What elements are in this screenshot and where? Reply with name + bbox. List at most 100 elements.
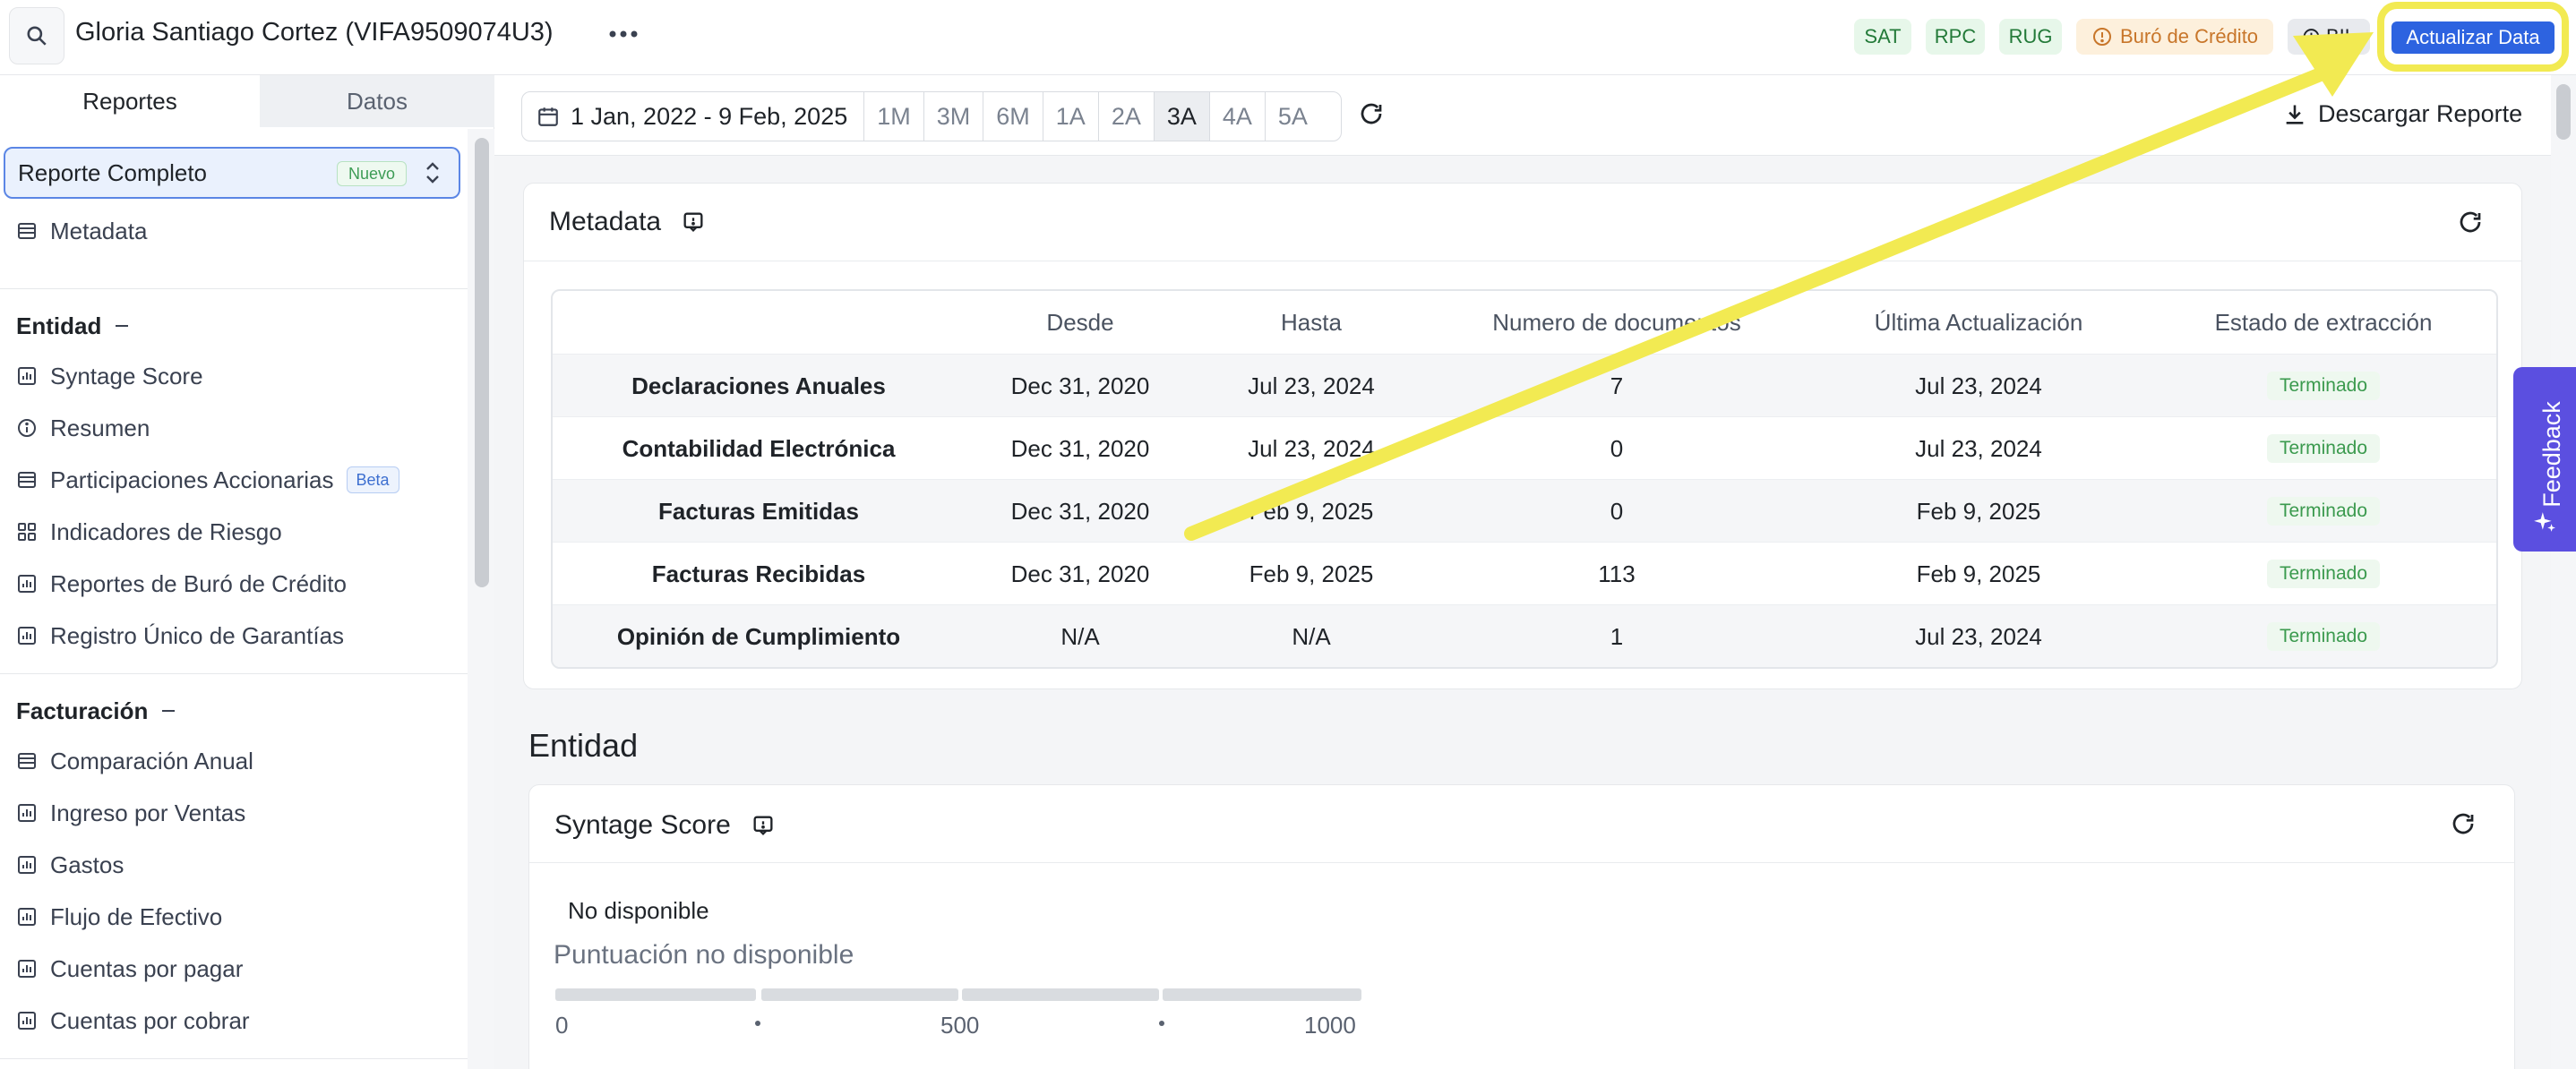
range-1a-button[interactable]: 1A — [1042, 92, 1098, 141]
table-cell: Dec 31, 2020 — [1010, 372, 1150, 399]
column-header: Estado de extracción — [2214, 308, 2433, 336]
more-horizontal-icon — [609, 30, 638, 38]
table-cell: 113 — [1598, 560, 1636, 587]
sat-badge[interactable]: SAT — [1854, 19, 1911, 55]
refresh-icon — [2460, 211, 2481, 233]
download-icon — [2286, 105, 2304, 124]
sidebar-item-comparacion-anual[interactable]: Comparación Anual — [16, 743, 253, 779]
sidebar-item-registro-garantias[interactable]: Registro Único de Garantías — [16, 618, 344, 654]
sidebar-item-buro-credito[interactable]: Reportes de Buró de Crédito — [16, 566, 347, 602]
buro-credito-badge[interactable]: Buró de Crédito — [2076, 19, 2273, 55]
range-2a-button[interactable]: 2A — [1097, 92, 1154, 141]
sidebar-divider — [0, 673, 468, 674]
bar-chart-icon — [18, 367, 36, 385]
update-data-highlight: Actualizar Data — [2377, 2, 2569, 72]
bar-chart-icon — [18, 575, 36, 593]
sidebar-item-ingreso-ventas[interactable]: Ingreso por Ventas — [16, 795, 245, 831]
sidebar-item-label: Cuentas por pagar — [50, 954, 244, 982]
range-3a-button[interactable]: 3A — [1153, 92, 1209, 141]
search-button[interactable] — [9, 7, 64, 64]
score-refresh-button[interactable] — [2450, 810, 2477, 842]
feedback-tab[interactable]: Feedback — [2513, 367, 2576, 552]
sidebar-item-indicadores-riesgo[interactable]: Indicadores de Riesgo — [16, 514, 282, 550]
metadata-refresh-button[interactable] — [2457, 209, 2484, 240]
bar-chart-icon — [18, 856, 36, 874]
sidebar-tabs: Reportes Datos — [0, 75, 494, 127]
new-badge: Nuevo — [337, 161, 408, 186]
collapse-icon — [162, 710, 176, 712]
sidebar-group-label: Facturación — [16, 697, 149, 724]
sidebar-item-label: Cuentas por cobrar — [50, 1006, 250, 1034]
range-1m-button[interactable]: 1M — [863, 92, 923, 141]
score-bar-segment — [555, 988, 756, 1001]
table-icon — [18, 753, 36, 769]
refresh-range-button[interactable] — [1358, 100, 1385, 132]
sidebar-group-entidad[interactable]: Entidad — [16, 308, 129, 344]
score-bar-segment — [1163, 988, 1361, 1001]
table-cell: 0 — [1610, 434, 1624, 462]
table-cell: 0 — [1610, 497, 1624, 525]
tab-reportes[interactable]: Reportes — [0, 75, 260, 127]
table-cell: Jul 23, 2024 — [1248, 372, 1375, 399]
table-cell: Dec 31, 2020 — [1010, 497, 1150, 525]
sparkle-icon — [2534, 512, 2555, 532]
table-cell: Facturas Recibidas — [651, 560, 866, 587]
content-scrollbar[interactable] — [2551, 75, 2576, 1069]
sidebar-item-resumen[interactable]: Resumen — [16, 410, 150, 446]
date-range-label: 1 Jan, 2022 - 9 Feb, 2025 — [571, 102, 848, 130]
sidebar-scrollbar-thumb[interactable] — [475, 138, 489, 587]
table-cell: Feb 9, 2025 — [1249, 560, 1374, 587]
table-row: Facturas Emitidas Dec 31, 2020 Feb 9, 20… — [553, 479, 2496, 542]
column-header: Numero de documentos — [1492, 308, 1741, 336]
column-header: Hasta — [1281, 308, 1342, 336]
date-range-picker[interactable]: 1 Jan, 2022 - 9 Feb, 2025 — [522, 92, 863, 141]
section-heading-entidad: Entidad — [528, 727, 639, 764]
bar-chart-icon — [18, 627, 36, 645]
sidebar-item-gastos[interactable]: Gastos — [16, 847, 124, 883]
bar-chart-icon — [18, 804, 36, 822]
tab-datos[interactable]: Datos — [260, 75, 494, 127]
download-label: Descargar Reporte — [2318, 100, 2523, 127]
date-range-selector: 1 Jan, 2022 - 9 Feb, 2025 1M 3M 6M 1A 2A… — [521, 91, 1342, 141]
top-header: Gloria Santiago Cortez (VIFA9509074U3) S… — [0, 0, 2576, 75]
more-options-button[interactable] — [605, 14, 641, 54]
sidebar-item-label: Gastos — [50, 851, 125, 878]
table-cell: Jul 23, 2024 — [1915, 434, 2042, 462]
table-cell: N/A — [1292, 622, 1331, 650]
report-toolbar: 1 Jan, 2022 - 9 Feb, 2025 1M 3M 6M 1A 2A… — [494, 75, 2551, 156]
update-data-button[interactable]: Actualizar Data — [2391, 21, 2555, 54]
score-tick-label: 500 — [940, 1012, 980, 1039]
sidebar-item-label: Metadata — [50, 217, 148, 244]
table-row: Declaraciones Anuales Dec 31, 2020 Jul 2… — [553, 354, 2496, 416]
rug-badge[interactable]: RUG — [1999, 19, 2062, 55]
download-report-button[interactable]: Descargar Reporte — [2282, 100, 2522, 128]
sidebar-item-flujo-efectivo[interactable]: Flujo de Efectivo — [16, 899, 222, 935]
bar-chart-icon — [18, 960, 36, 978]
comment-icon[interactable] — [751, 813, 776, 838]
syntage-score-card: Syntage Score — [528, 784, 2515, 1069]
alert-circle-icon — [2092, 28, 2111, 46]
bil-badge[interactable]: BIL — [2288, 19, 2370, 55]
range-6m-button[interactable]: 6M — [983, 92, 1043, 141]
report-type-select[interactable]: Reporte Completo Nuevo — [4, 147, 460, 199]
range-3m-button[interactable]: 3M — [923, 92, 983, 141]
sidebar-item-syntage-score[interactable]: Syntage Score — [16, 358, 203, 394]
score-message: Puntuación no disponible — [554, 940, 854, 970]
sidebar-group-facturacion[interactable]: Facturación — [16, 693, 176, 729]
table-cell: Feb 9, 2025 — [1249, 497, 1374, 525]
sidebar-item-label: Flujo de Efectivo — [50, 902, 223, 930]
sidebar-item-cuentas-pagar[interactable]: Cuentas por pagar — [16, 951, 243, 987]
beta-badge: Beta — [346, 466, 399, 493]
content-scrollbar-thumb[interactable] — [2556, 84, 2571, 140]
table-cell: Terminado — [2151, 543, 2496, 605]
comment-icon[interactable] — [681, 210, 706, 235]
sidebar-item-metadata[interactable]: Metadata — [16, 213, 147, 249]
sidebar-item-participaciones[interactable]: Participaciones Accionarias Beta — [16, 462, 399, 498]
refresh-icon — [1361, 103, 1382, 124]
range-4a-button[interactable]: 4A — [1208, 92, 1265, 141]
table-cell: N/A — [1060, 622, 1100, 650]
sidebar-item-cuentas-cobrar[interactable]: Cuentas por cobrar — [16, 1003, 250, 1039]
rpc-badge[interactable]: RPC — [1926, 19, 1985, 55]
range-5a-button[interactable]: 5A — [1264, 92, 1320, 141]
status-badge: Terminado — [2266, 434, 2381, 463]
